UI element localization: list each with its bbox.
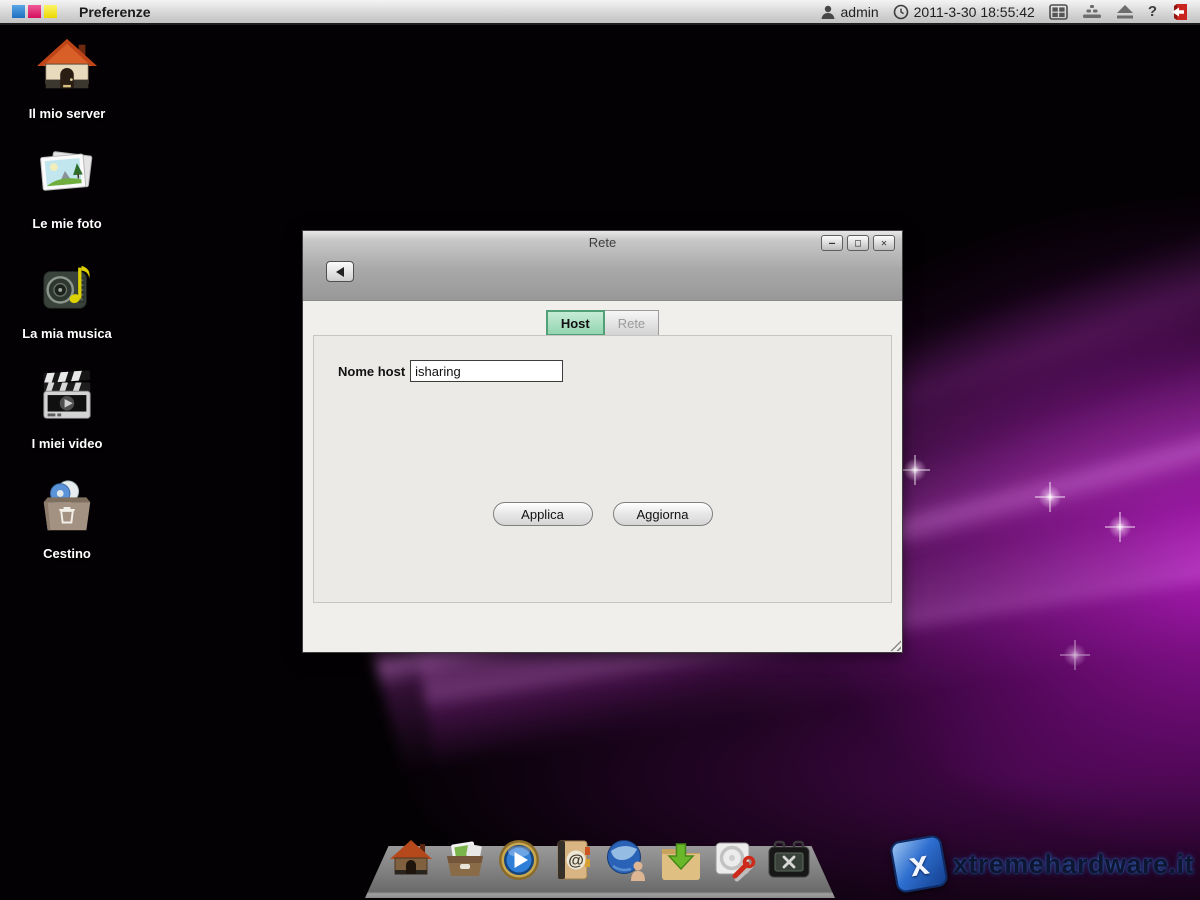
settings-panel: Nome host Applica Aggiorna xyxy=(313,335,892,603)
brand-logo-icon[interactable] xyxy=(12,5,57,18)
resize-grip[interactable] xyxy=(886,636,901,651)
close-button[interactable]: ✕ xyxy=(873,235,895,251)
hostname-field-row: Nome host xyxy=(338,360,563,382)
sparkle-star xyxy=(1035,482,1065,512)
action-buttons: Applica Aggiorna xyxy=(314,502,891,526)
menubar-status-area: admin 2011-3-30 18:55:42 ? xyxy=(820,3,1189,21)
refresh-button[interactable]: Aggiorna xyxy=(613,502,713,526)
tab-rete[interactable]: Rete xyxy=(605,310,659,336)
home-icon[interactable] xyxy=(389,838,433,882)
apply-button[interactable]: Applica xyxy=(493,502,593,526)
contacts-icon[interactable]: @ xyxy=(551,838,595,882)
badge-letter: x xyxy=(907,846,932,883)
logout-icon[interactable] xyxy=(1171,3,1188,21)
disk-utility-icon[interactable] xyxy=(713,838,757,882)
tab-host[interactable]: Host xyxy=(546,310,605,336)
user-icon xyxy=(820,4,836,20)
sparkle-star xyxy=(1105,512,1135,542)
desktop-icon-photos[interactable]: Le mie foto xyxy=(20,146,114,256)
trash-icon xyxy=(36,476,98,538)
menubar: Preferenze admin 2011-3-30 18:55:42 ? xyxy=(0,0,1200,25)
help-icon[interactable]: ? xyxy=(1148,3,1157,20)
clock-indicator: 2011-3-30 18:55:42 xyxy=(893,4,1035,20)
rete-window: Rete – □ ✕ Host Rete Nome host Applica A… xyxy=(302,230,903,653)
window-titlebar[interactable]: Rete – □ ✕ xyxy=(303,231,902,301)
desktop-icon-music[interactable]: La mia musica xyxy=(20,256,114,366)
desktop-icon-label: Le mie foto xyxy=(32,216,101,231)
desktop-icon-label: La mia musica xyxy=(22,326,112,341)
photo-box-icon[interactable] xyxy=(443,838,487,882)
desktop-icon-column: Il mio server Le mie foto xyxy=(20,36,114,586)
datetime: 2011-3-30 18:55:42 xyxy=(914,4,1035,20)
desktop-icon-label: Il mio server xyxy=(29,106,106,121)
downloads-folder-icon[interactable] xyxy=(659,838,703,882)
network-status-icon[interactable] xyxy=(1082,4,1102,19)
watermark-text: xtremehardware.it xyxy=(953,849,1194,880)
media-player-icon[interactable] xyxy=(497,838,541,882)
photos-icon xyxy=(36,146,98,208)
web-share-icon[interactable] xyxy=(605,838,649,882)
desktop-icon-trash[interactable]: Cestino xyxy=(20,476,114,586)
toolbox-icon[interactable] xyxy=(767,838,811,882)
back-button[interactable] xyxy=(326,261,354,282)
sparkle-star xyxy=(1060,640,1090,670)
music-icon xyxy=(36,256,98,318)
user-indicator[interactable]: admin xyxy=(820,4,879,20)
desktop-icon-server[interactable]: Il mio server xyxy=(20,36,114,146)
back-arrow-icon xyxy=(336,267,344,277)
desktop-icon-label: I miei video xyxy=(32,436,103,451)
window-controls: – □ ✕ xyxy=(821,235,895,251)
desktop-icon-videos[interactable]: I miei video xyxy=(20,366,114,476)
logo-blue-square xyxy=(12,5,25,18)
window-title: Rete xyxy=(303,235,902,250)
username: admin xyxy=(841,4,879,20)
maximize-button[interactable]: □ xyxy=(847,235,869,251)
home-server-icon xyxy=(36,36,98,98)
apps-grid-icon[interactable] xyxy=(1049,4,1068,20)
dock-icon-row: @ xyxy=(365,838,835,882)
videos-icon xyxy=(36,366,98,428)
hostname-label: Nome host xyxy=(338,364,405,379)
tab-bar: Host Rete xyxy=(303,310,902,336)
minimize-button[interactable]: – xyxy=(821,235,843,251)
desktop-icon-label: Cestino xyxy=(43,546,91,561)
xtremehardware-badge-icon: x xyxy=(889,834,949,894)
menu-preferences[interactable]: Preferenze xyxy=(79,4,151,20)
hostname-input[interactable] xyxy=(410,360,563,382)
clock-icon xyxy=(893,4,909,20)
dock: @ xyxy=(365,846,835,898)
svg-text:@: @ xyxy=(568,853,584,870)
logo-pink-square xyxy=(28,5,41,18)
sparkle-star xyxy=(900,455,930,485)
watermark: x xtremehardware.it xyxy=(893,838,1194,890)
logo-yellow-square xyxy=(44,5,57,18)
eject-icon[interactable] xyxy=(1116,4,1134,19)
